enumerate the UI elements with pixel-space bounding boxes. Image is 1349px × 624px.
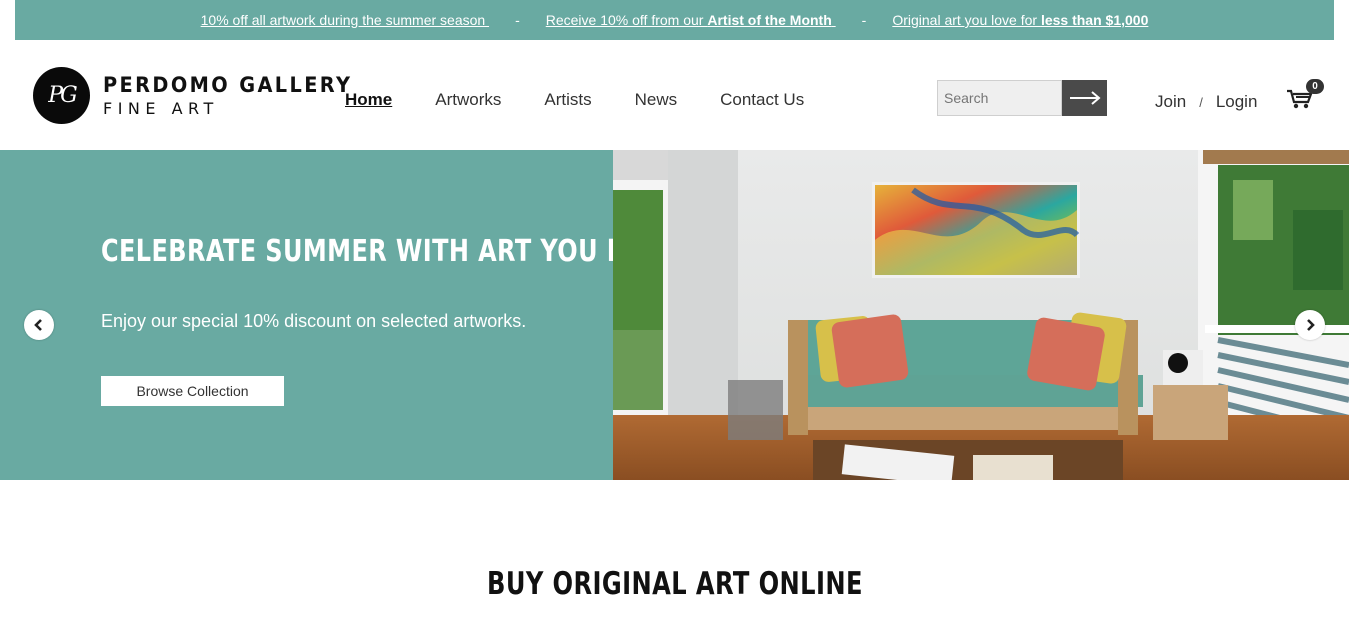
hero-panel: CELEBRATE SUMMER WITH ART YOU LOVE Enjoy… [0, 150, 677, 480]
logo-monogram: PG [33, 67, 90, 124]
promo-link-text: Original art you love for [892, 12, 1041, 28]
join-link[interactable]: Join [1155, 92, 1186, 112]
promo-link-summer-discount[interactable]: 10% off all artwork during the summer se… [201, 12, 489, 28]
promo-link-artist-of-month[interactable]: Receive 10% off from our Artist of the M… [546, 12, 836, 28]
promo-link-bold: less than $1,000 [1040, 12, 1149, 28]
section-title-text: BUY ORIGINAL ART ONLINE [486, 566, 863, 602]
hero-slider: CELEBRATE SUMMER WITH ART YOU LOVE Enjoy… [0, 150, 1349, 480]
promo-link-under-1000[interactable]: Original art you love for less than $1,0… [892, 12, 1148, 28]
promo-separator: - [861, 12, 867, 28]
promo-link-suffix [832, 12, 836, 28]
nav-item-artworks[interactable]: Artworks [435, 90, 501, 110]
hero-image [613, 150, 1349, 480]
slider-prev-button[interactable] [24, 310, 54, 340]
auth-links: Join / Login [1155, 92, 1257, 112]
promo-separator: - [515, 12, 520, 28]
browse-collection-button[interactable]: Browse Collection [101, 376, 284, 406]
logo-text: PERDOMO GALLERY FINE ART [103, 72, 374, 118]
slider-next-button[interactable] [1295, 310, 1325, 340]
hero-title: CELEBRATE SUMMER WITH ART YOU LOVE [101, 234, 678, 269]
cart-button[interactable]: 0 [1286, 79, 1324, 116]
search-input[interactable] [937, 80, 1062, 116]
promo-link-bold: Artist of the Month [707, 12, 832, 28]
search-submit-button[interactable] [1062, 80, 1107, 116]
nav-item-news[interactable]: News [635, 90, 678, 110]
nav-item-contact-us[interactable]: Contact Us [720, 90, 804, 110]
chevron-left-icon [34, 319, 42, 331]
logo-tagline: FINE ART [103, 98, 219, 118]
promo-bar: 10% off all artwork during the summer se… [15, 0, 1334, 40]
search-form [937, 80, 1107, 116]
cart-count-badge: 0 [1306, 79, 1324, 94]
site-logo[interactable]: PG PERDOMO GALLERY FINE ART [33, 67, 374, 124]
site-header: PG PERDOMO GALLERY FINE ART Home Artwork… [0, 40, 1349, 150]
main-nav: Home Artworks Artists News Contact Us [345, 90, 847, 110]
hero-subtitle: Enjoy our special 10% discount on select… [101, 311, 527, 331]
section-title: BUY ORIGINAL ART ONLINE [0, 566, 1349, 602]
nav-item-artists[interactable]: Artists [544, 90, 591, 110]
login-link[interactable]: Login [1216, 92, 1258, 112]
nav-item-home[interactable]: Home [345, 90, 392, 110]
chevron-right-icon [1307, 319, 1315, 331]
logo-name: PERDOMO GALLERY [103, 72, 353, 97]
arrow-right-icon [1069, 91, 1101, 105]
auth-separator: / [1199, 94, 1203, 110]
promo-link-text: Receive 10% off from our [545, 12, 708, 28]
living-room-image [613, 150, 1349, 480]
